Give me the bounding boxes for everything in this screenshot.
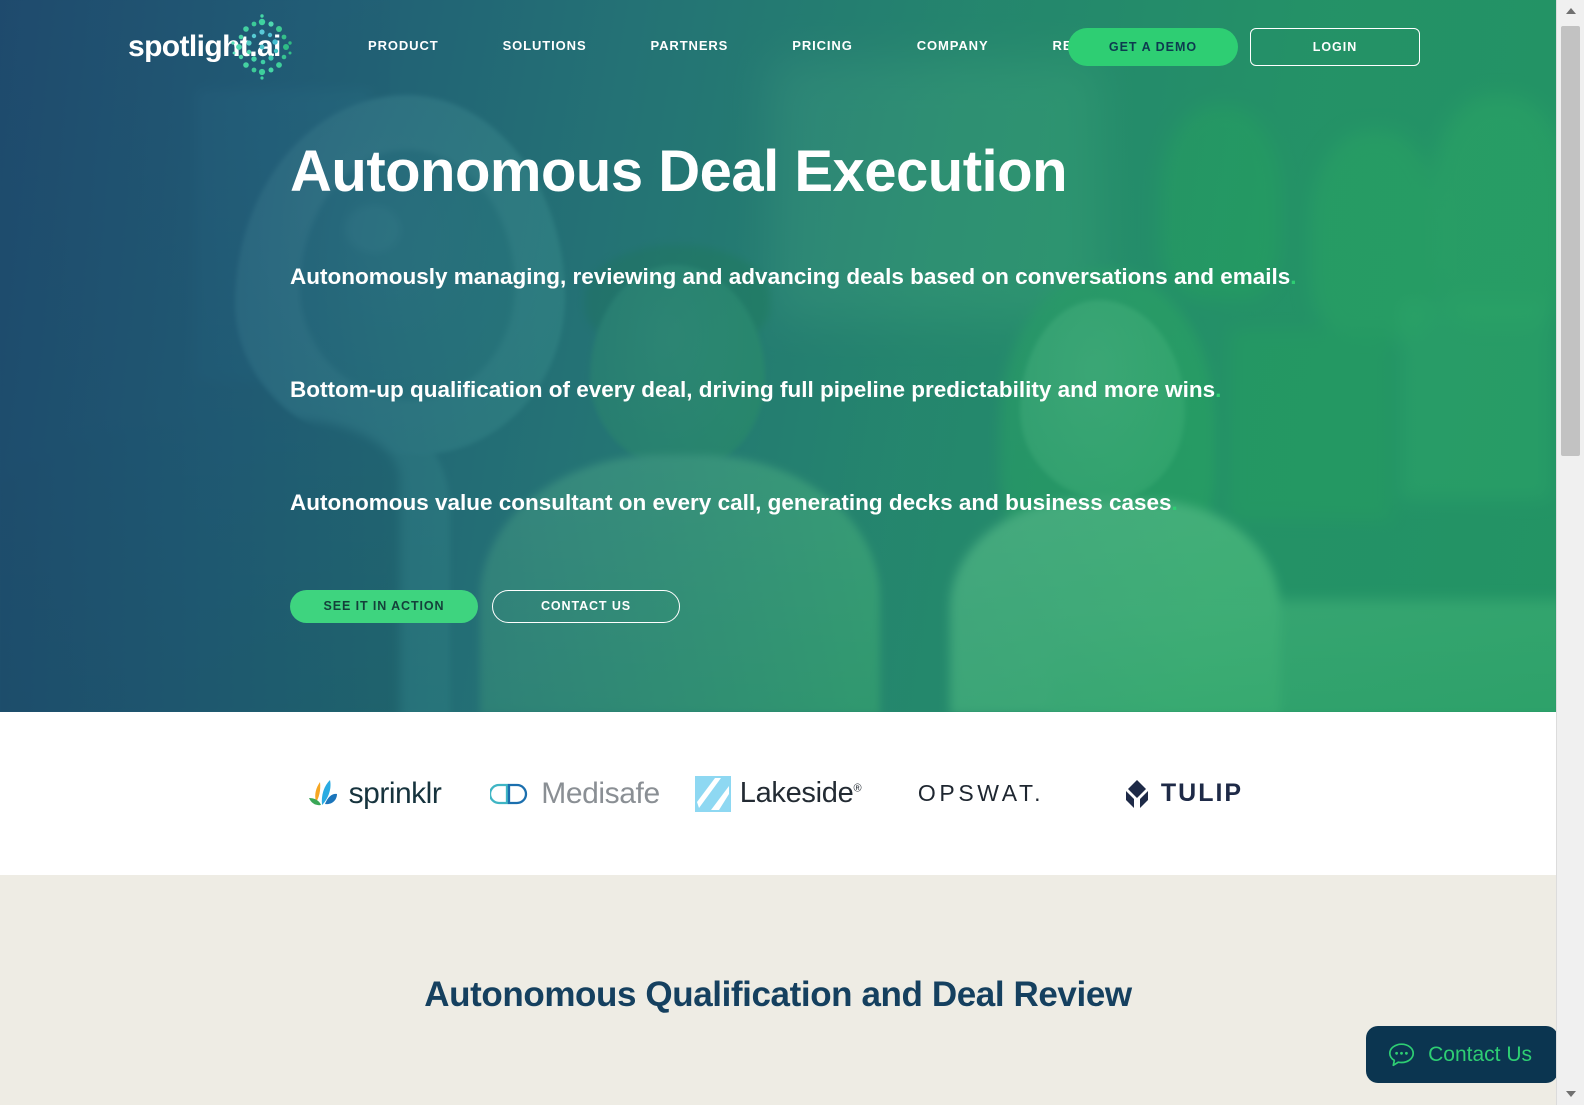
- hero-title: Autonomous Deal Execution: [290, 139, 1068, 204]
- hero-button-group: SEE IT IN ACTION CONTACT US: [290, 589, 1390, 623]
- nav-link-product[interactable]: PRODUCT: [336, 38, 471, 53]
- hero-bullet-line-3: Autonomous value consultant on every cal…: [290, 488, 1390, 517]
- hero-bullet-line-2: Bottom-up qualification of every deal, d…: [290, 375, 1390, 404]
- contact-us-widget[interactable]: Contact Us: [1366, 1026, 1558, 1083]
- client-logo-sprinklr[interactable]: sprinklr: [274, 769, 474, 819]
- nav-link-company[interactable]: COMPANY: [885, 38, 1021, 53]
- lakeside-wordmark-text: Lakeside: [739, 777, 854, 809]
- client-logo-bar: sprinklr Medisafe Lakeside® OPSWAT. TULI…: [0, 712, 1556, 875]
- nav-cta-group: GET A DEMO LOGIN: [1068, 28, 1420, 66]
- medisafe-mark-icon: [490, 783, 528, 804]
- logo-dot-burst-icon: [231, 14, 292, 80]
- scrollbar-thumb[interactable]: [1561, 26, 1580, 456]
- hero-bullet-dot-1: .: [1290, 263, 1297, 289]
- hero-content: Autonomous Deal Execution Autonomously m…: [290, 140, 1390, 623]
- top-navigation-bar: spotlight.ai PRODUCT SOLUTIONS PARTNERS …: [0, 0, 1556, 94]
- client-logo-opswat[interactable]: OPSWAT.: [880, 769, 1083, 819]
- client-logo-lakeside[interactable]: Lakeside®: [677, 769, 880, 819]
- contact-us-button[interactable]: CONTACT US: [492, 589, 680, 623]
- page-viewport: spotlight.ai PRODUCT SOLUTIONS PARTNERS …: [0, 0, 1556, 1105]
- client-logo-tulip[interactable]: TULIP: [1083, 769, 1283, 819]
- scrollbar-up-button[interactable]: [1557, 0, 1584, 22]
- hero-section: spotlight.ai PRODUCT SOLUTIONS PARTNERS …: [0, 0, 1556, 712]
- sprinklr-mark-icon: [308, 779, 337, 805]
- lakeside-wordmark: Lakeside®: [740, 777, 862, 810]
- hero-bullet-text-3: Autonomous value consultant on every cal…: [290, 490, 1172, 516]
- hero-bullet-dot-3: .: [1171, 490, 1178, 516]
- tulip-wordmark: TULIP: [1160, 779, 1244, 807]
- site-logo[interactable]: spotlight.ai: [128, 14, 292, 80]
- browser-page: spotlight.ai PRODUCT SOLUTIONS PARTNERS …: [0, 0, 1584, 1105]
- lakeside-mark-icon: [694, 775, 731, 812]
- vertical-scrollbar[interactable]: [1556, 0, 1584, 1105]
- opswat-wordmark: OPSWAT.: [917, 780, 1045, 806]
- chevron-up-icon: [1565, 8, 1576, 14]
- hero-bullet-dot-2: .: [1215, 377, 1222, 403]
- hero-bullet-text-1: Autonomously managing, reviewing and adv…: [290, 263, 1291, 289]
- client-logo-medisafe[interactable]: Medisafe: [474, 769, 677, 819]
- nav-link-pricing[interactable]: PRICING: [760, 38, 884, 53]
- medisafe-wordmark: Medisafe: [541, 776, 660, 810]
- lakeside-registered-mark: ®: [853, 782, 862, 795]
- chat-bubble-icon: [1389, 1042, 1415, 1066]
- tulip-mark-icon: [1125, 779, 1148, 808]
- hero-bullet-line-1: Autonomously managing, reviewing and adv…: [290, 262, 1390, 291]
- sprinklr-wordmark: sprinklr: [348, 776, 442, 810]
- qualification-section: Autonomous Qualification and Deal Review: [0, 875, 1556, 1105]
- scrollbar-down-button[interactable]: [1557, 1083, 1584, 1105]
- contact-us-widget-label: Contact Us: [1428, 1042, 1532, 1066]
- get-a-demo-button[interactable]: GET A DEMO: [1068, 28, 1238, 66]
- login-button[interactable]: LOGIN: [1250, 28, 1420, 66]
- hero-bullet-text-2: Bottom-up qualification of every deal, d…: [290, 377, 1216, 403]
- section-heading: Autonomous Qualification and Deal Review: [424, 975, 1132, 1014]
- nav-link-partners[interactable]: PARTNERS: [619, 38, 761, 53]
- see-it-in-action-button[interactable]: SEE IT IN ACTION: [290, 589, 478, 623]
- nav-link-solutions[interactable]: SOLUTIONS: [471, 38, 619, 53]
- chevron-down-icon: [1565, 1091, 1576, 1097]
- nav-links: PRODUCT SOLUTIONS PARTNERS PRICING COMPA…: [336, 38, 1175, 53]
